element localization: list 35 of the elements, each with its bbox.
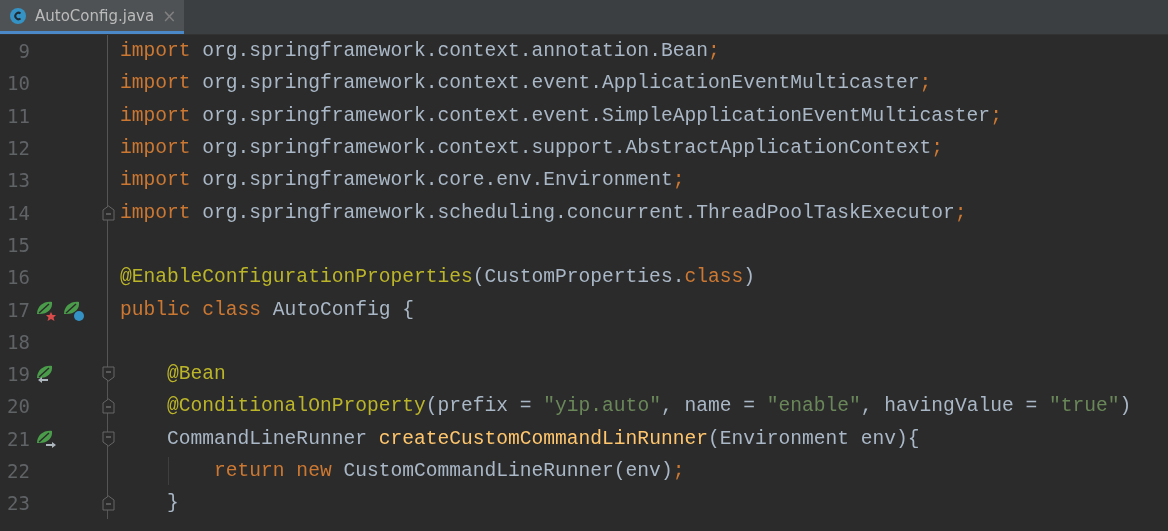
line-number: 22: [6, 460, 30, 482]
line-number: 9: [17, 40, 30, 63]
code-line: import org.springframework.context.support.AbstractApplicationContext;: [120, 137, 944, 160]
code-line: import org.springframework.context.annotation.Bean;: [120, 40, 720, 63]
java-class-icon: [9, 6, 27, 25]
line-number: 23: [6, 492, 30, 515]
line-number: 21: [6, 427, 30, 450]
line-number: 14: [6, 201, 30, 224]
fold-end-marker-icon[interactable]: [101, 398, 115, 415]
line-number: 13: [6, 169, 30, 192]
editor-tab[interactable]: AutoConfig.java ×: [0, 0, 185, 34]
line-number: 17: [6, 298, 30, 321]
code-line: public class AutoConfig {: [120, 298, 414, 321]
code-line: return new CustomCommandLineRunner(env);: [213, 460, 685, 482]
code-line: }: [166, 492, 179, 515]
line-number: 10: [6, 72, 30, 95]
fold-marker-icon[interactable]: [101, 366, 115, 383]
fold-end-marker-icon[interactable]: [101, 204, 115, 221]
line-number: 15: [6, 233, 30, 256]
code-line: import org.springframework.context.event.ApplicationEventMulticaster;: [120, 72, 932, 95]
code-line: import org.springframework.scheduling.concurrent.ThreadPoolTaskExecutor;: [120, 201, 967, 224]
code-line: CommandLineRunner createCustomCommandLinRunner(Environment env){: [166, 427, 920, 450]
line-number: 11: [6, 104, 30, 127]
line-number: 19: [6, 363, 30, 386]
line-number: 16: [6, 266, 30, 289]
line-number: 12: [6, 137, 30, 160]
code-line: @ConditionalOnProperty(prefix = "yip.auto", name = "enable", havingValue = "true"): [166, 395, 1132, 418]
line-number: 20: [6, 395, 30, 418]
code-line: @EnableConfigurationProperties(CustomProperties.class): [120, 266, 755, 289]
fold-end-marker-icon[interactable]: [101, 495, 115, 512]
code-line: import org.springframework.core.env.Environment;: [120, 169, 685, 192]
line-number: 18: [6, 330, 30, 353]
code-line: import org.springframework.context.event.SimpleApplicationEventMulticaster;: [120, 104, 1002, 127]
fold-marker-icon[interactable]: [101, 430, 115, 447]
code-line: @Bean: [166, 363, 226, 386]
